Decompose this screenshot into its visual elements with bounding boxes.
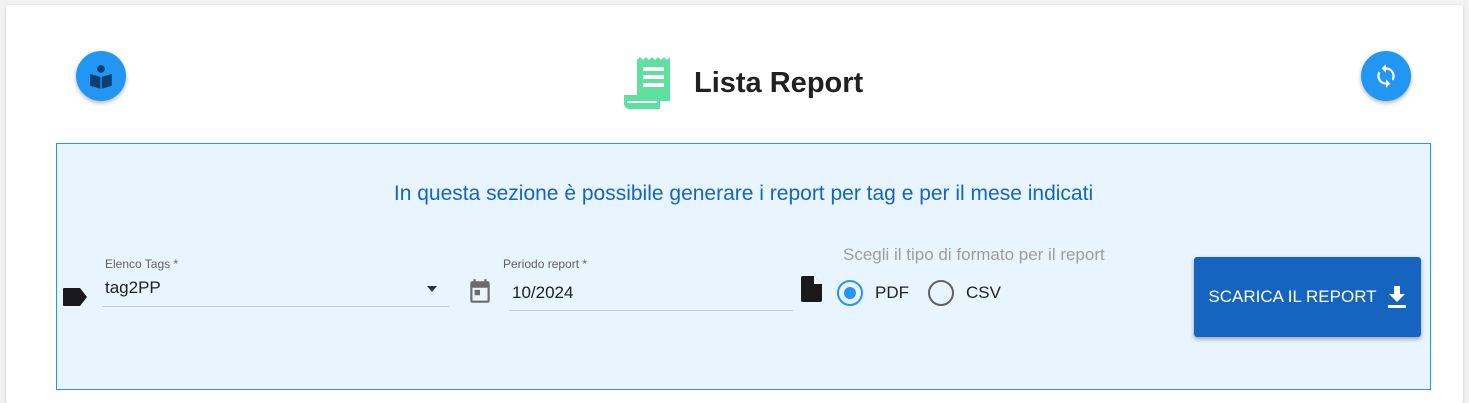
period-input-value: 10/2024 — [512, 283, 574, 302]
report-card: Lista Report In questa sezione è possibi… — [6, 5, 1463, 403]
page-header: Lista Report — [624, 55, 863, 111]
radio-pdf-label[interactable]: PDF — [875, 283, 909, 303]
tags-select-label: Elenco Tags * — [105, 257, 179, 271]
page-title: Lista Report — [694, 66, 864, 99]
report-generator-panel: In questa sezione è possibile generare i… — [56, 143, 1431, 390]
file-icon — [801, 276, 822, 302]
book-reader-icon — [90, 65, 112, 89]
tags-select-underline — [102, 306, 449, 307]
download-report-button[interactable]: SCARICA IL REPORT — [1194, 257, 1421, 337]
format-label: Scegli il tipo di formato per il report — [843, 245, 1105, 264]
radio-pdf-circle[interactable] — [837, 280, 863, 306]
refresh-button[interactable] — [1361, 51, 1411, 101]
download-icon — [1387, 286, 1407, 308]
radio-csv-label[interactable]: CSV — [966, 283, 1001, 303]
period-input-underline — [509, 310, 793, 311]
section-description: In questa sezione è possibile generare i… — [393, 182, 1094, 205]
format-radio-group: PDF CSV — [837, 280, 1020, 306]
tags-select-value: tag2PP — [105, 278, 161, 297]
radio-csv[interactable]: CSV — [928, 280, 1001, 306]
radio-csv-circle[interactable] — [928, 280, 954, 306]
label-icon — [63, 288, 87, 306]
radio-pdf[interactable]: PDF — [837, 280, 909, 306]
refresh-icon — [1377, 64, 1395, 88]
radio-pdf-dot — [844, 287, 856, 299]
period-input-label: Periodo report * — [503, 257, 588, 271]
dropdown-arrow-icon[interactable] — [427, 286, 437, 292]
download-report-label: SCARICA IL REPORT — [1208, 287, 1377, 306]
calendar-icon[interactable] — [467, 278, 493, 306]
receipt-icon — [624, 57, 670, 109]
guide-button[interactable] — [76, 51, 126, 101]
